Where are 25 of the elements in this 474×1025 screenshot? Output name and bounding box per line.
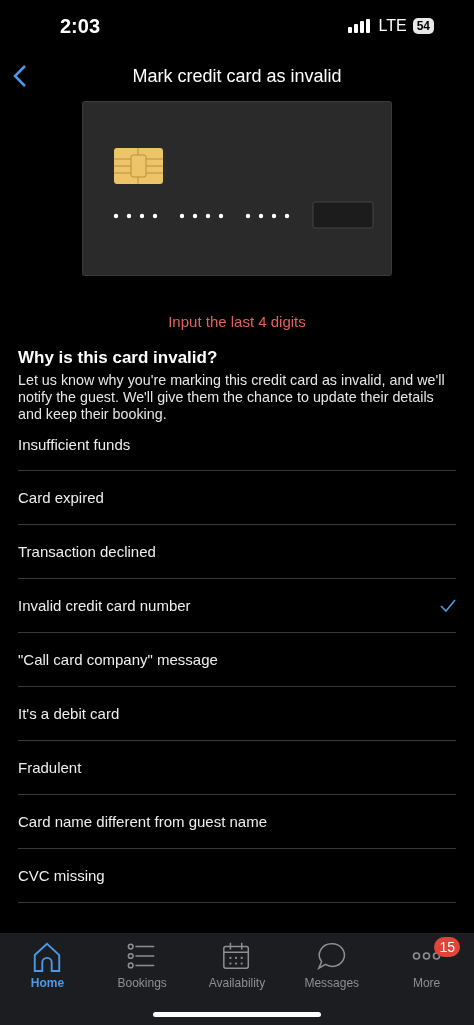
- more-icon: [412, 952, 442, 960]
- speech-bubble-icon: [315, 940, 348, 972]
- reason-option[interactable]: Transaction declined: [18, 525, 456, 579]
- description-text: Let us know why you're marking this credit card as invalid, and we'll notify the guest. We'll give them the chance to update their details and keep their booking.: [18, 372, 446, 423]
- reason-option[interactable]: It's a debit card: [18, 687, 456, 741]
- page-title: Mark credit card as invalid: [132, 65, 342, 87]
- tab-item[interactable]: Home: [2, 940, 93, 990]
- tab-item[interactable]: Availability: [192, 940, 282, 990]
- notification-badge: 15: [434, 937, 460, 957]
- reason-option[interactable]: Card name different from guest name: [18, 795, 456, 849]
- section-heading: Why is this card invalid?: [18, 348, 219, 368]
- status-time: 2:03: [60, 14, 101, 38]
- tab-item[interactable]: Messages: [286, 940, 377, 990]
- signal-icon: [348, 19, 373, 33]
- reason-option[interactable]: "Call card company" message: [18, 633, 456, 687]
- reason-option[interactable]: Card expired: [18, 471, 456, 525]
- reason-option[interactable]: Invalid credit card number: [18, 579, 456, 633]
- reason-option[interactable]: CVC missing: [18, 849, 456, 903]
- reason-option[interactable]: Fradulent: [18, 741, 456, 795]
- reason-option[interactable]: Insufficient funds: [18, 436, 456, 471]
- error-message: Input the last 4 digits: [168, 313, 306, 330]
- tab-item[interactable]: Bookings: [97, 940, 188, 990]
- back-button[interactable]: [12, 64, 28, 88]
- battery-level: 54: [412, 18, 434, 34]
- network-label: LTE: [378, 17, 407, 35]
